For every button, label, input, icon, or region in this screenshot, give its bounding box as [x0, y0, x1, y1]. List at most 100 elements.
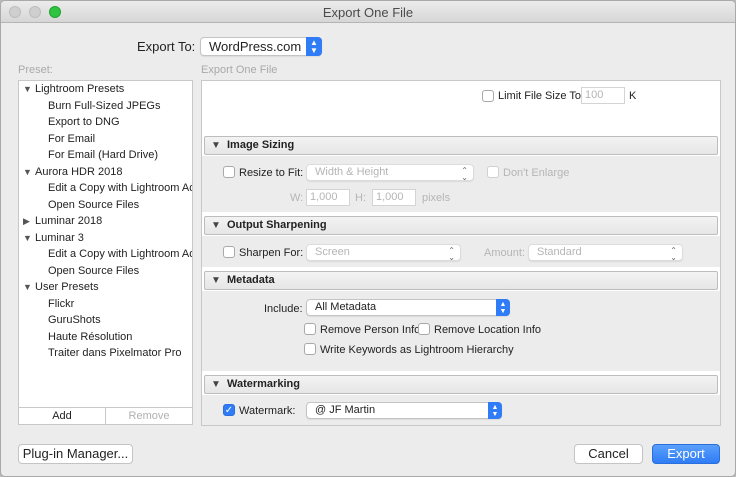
preset-item[interactable]: Edit a Copy with Lightroom Adju: [19, 246, 192, 263]
write-keywords-label: Write Keywords as Lightroom Hierarchy: [320, 344, 514, 356]
preset-folder[interactable]: ▼ Luminar 3: [19, 230, 192, 247]
disclosure-down-icon: ▼: [211, 275, 221, 286]
preset-label: Traiter dans Pixelmator Pro: [48, 347, 182, 359]
remove-location-info-label: Remove Location Info: [434, 324, 542, 336]
preset-item[interactable]: Flickr: [19, 296, 192, 313]
remove-person-info-checkbox[interactable]: [304, 323, 316, 335]
cancel-button[interactable]: Cancel: [574, 444, 643, 464]
preset-label: Open Source Files: [48, 264, 140, 277]
preset-item[interactable]: GuruShots: [19, 312, 192, 329]
resize-mode-dropdown[interactable]: Width & Height ⌃ ⌄: [306, 164, 474, 182]
export-button[interactable]: Export: [652, 444, 720, 464]
preset-item[interactable]: Open Source Files: [19, 263, 192, 280]
preset-label: For Email: [48, 132, 96, 145]
preset-label: Aurora HDR 2018: [35, 165, 123, 178]
export-to-value: WordPress.com: [209, 39, 302, 54]
output-sharpening-body: Sharpen For: Screen ⌃ ⌄ Amount: Standard …: [202, 236, 720, 267]
preset-label: Export to DNG: [48, 116, 120, 128]
watermarking-title: Watermarking: [227, 378, 300, 390]
amount-label: Amount:: [484, 247, 525, 259]
dont-enlarge-checkbox[interactable]: [487, 166, 499, 178]
disclosure-down-icon[interactable]: ▼: [23, 279, 35, 296]
preset-item[interactable]: Traiter dans Pixelmator Pro: [19, 345, 192, 362]
watermark-value: @ JF Martin: [315, 404, 376, 416]
write-keywords-checkbox[interactable]: [304, 343, 316, 355]
limit-file-size-label: Limit File Size To:: [498, 90, 584, 102]
watermarking-body: ✓ Watermark: @ JF Martin ▲ ▼: [202, 395, 720, 425]
size-unit-label: pixels: [422, 192, 451, 204]
limit-file-size-input[interactable]: 100: [581, 87, 625, 104]
amount-dropdown[interactable]: Standard ⌃ ⌄: [528, 244, 683, 262]
image-sizing-title: Image Sizing: [227, 139, 295, 151]
limit-file-size-checkbox[interactable]: [482, 90, 494, 102]
preset-label: Luminar 3: [35, 231, 84, 244]
output-sharpening-header[interactable]: ▼ Output Sharpening: [204, 216, 718, 235]
resize-to-fit-checkbox[interactable]: [223, 166, 235, 178]
preset-item[interactable]: For Email (Hard Drive): [19, 147, 192, 164]
preset-heading: Preset:: [18, 64, 53, 76]
export-to-label: Export To:: [137, 39, 196, 54]
export-settings-panel: Limit File Size To: 100 K ▼ Image Sizing…: [201, 80, 721, 426]
preset-folder[interactable]: ▼ Lightroom Presets: [19, 81, 192, 98]
sharpen-for-checkbox[interactable]: [223, 246, 235, 258]
remove-preset-button[interactable]: Remove: [106, 408, 192, 424]
preset-item[interactable]: Open Source Files: [19, 197, 192, 214]
preset-label: Luminar 2018: [35, 215, 103, 227]
include-label: Include:: [264, 303, 303, 315]
amount-value: Standard: [537, 246, 582, 258]
remove-location-info-checkbox[interactable]: [418, 323, 430, 335]
preset-label: Burn Full-Sized JPEGs: [48, 99, 161, 112]
preset-label: For Email (Hard Drive): [48, 149, 159, 161]
metadata-body: Include: All Metadata ▲ ▼ Remove Person I…: [202, 291, 720, 371]
title-bar: Export One File: [1, 1, 735, 23]
updown-arrows-icon: ▲ ▼: [488, 402, 502, 419]
watermark-dropdown[interactable]: @ JF Martin ▲ ▼: [306, 402, 502, 419]
image-sizing-body: Resize to Fit: Width & Height ⌃ ⌄ Don't E…: [202, 156, 720, 212]
height-label: H:: [355, 192, 366, 204]
plugin-manager-button[interactable]: Plug-in Manager...: [18, 444, 133, 464]
preset-label: Edit a Copy with Lightroom Adju: [48, 248, 193, 260]
chevron-updown-icon: ⌃ ⌄: [448, 246, 455, 262]
disclosure-down-icon[interactable]: ▼: [23, 81, 35, 98]
preset-item[interactable]: Haute Résolution: [19, 329, 192, 346]
disclosure-down-icon[interactable]: ▼: [23, 164, 35, 181]
disclosure-right-icon[interactable]: ▶: [23, 213, 35, 230]
preset-label: GuruShots: [48, 314, 101, 326]
disclosure-down-icon: ▼: [211, 140, 221, 151]
sharpen-for-dropdown[interactable]: Screen ⌃ ⌄: [306, 244, 461, 262]
resize-to-fit-label: Resize to Fit:: [239, 167, 304, 179]
preset-label: Lightroom Presets: [35, 83, 125, 95]
metadata-title: Metadata: [227, 274, 275, 286]
watermark-checkbox[interactable]: ✓: [223, 404, 235, 416]
preset-folder[interactable]: ▶ Luminar 2018: [19, 213, 192, 230]
updown-arrows-icon: ▲ ▼: [496, 299, 510, 316]
preset-item[interactable]: Export to DNG: [19, 114, 192, 131]
watermark-label: Watermark:: [239, 405, 296, 417]
image-sizing-header[interactable]: ▼ Image Sizing: [204, 136, 718, 155]
export-dialog: Export One File Export To: WordPress.com…: [0, 0, 736, 477]
metadata-header[interactable]: ▼ Metadata: [204, 271, 718, 290]
resize-mode-value: Width & Height: [315, 166, 389, 178]
preset-folder[interactable]: ▼ User Presets: [19, 279, 192, 296]
include-value: All Metadata: [315, 301, 377, 313]
preset-item[interactable]: Edit a Copy with Lightroom Adju: [19, 180, 192, 197]
height-input[interactable]: 1,000: [372, 189, 416, 206]
export-panel-heading: Export One File: [201, 64, 278, 76]
sharpen-for-value: Screen: [315, 246, 350, 258]
updown-arrows-icon: ▲ ▼: [306, 37, 322, 56]
watermarking-header[interactable]: ▼ Watermarking: [204, 375, 718, 394]
limit-unit-label: K: [629, 90, 637, 102]
add-preset-button[interactable]: Add: [19, 408, 106, 424]
disclosure-down-icon: ▼: [211, 379, 221, 390]
preset-label: Haute Résolution: [48, 330, 133, 343]
export-to-dropdown[interactable]: WordPress.com ▲ ▼: [200, 37, 322, 56]
preset-label: Open Source Files: [48, 198, 140, 211]
preset-item[interactable]: Burn Full-Sized JPEGs: [19, 98, 192, 115]
disclosure-down-icon[interactable]: ▼: [23, 230, 35, 247]
remove-person-info-label: Remove Person Info: [320, 324, 421, 336]
preset-label: User Presets: [35, 281, 99, 293]
preset-item[interactable]: For Email: [19, 131, 192, 148]
preset-folder[interactable]: ▼ Aurora HDR 2018: [19, 164, 192, 181]
width-input[interactable]: 1,000: [306, 189, 350, 206]
include-dropdown[interactable]: All Metadata ▲ ▼: [306, 299, 510, 316]
